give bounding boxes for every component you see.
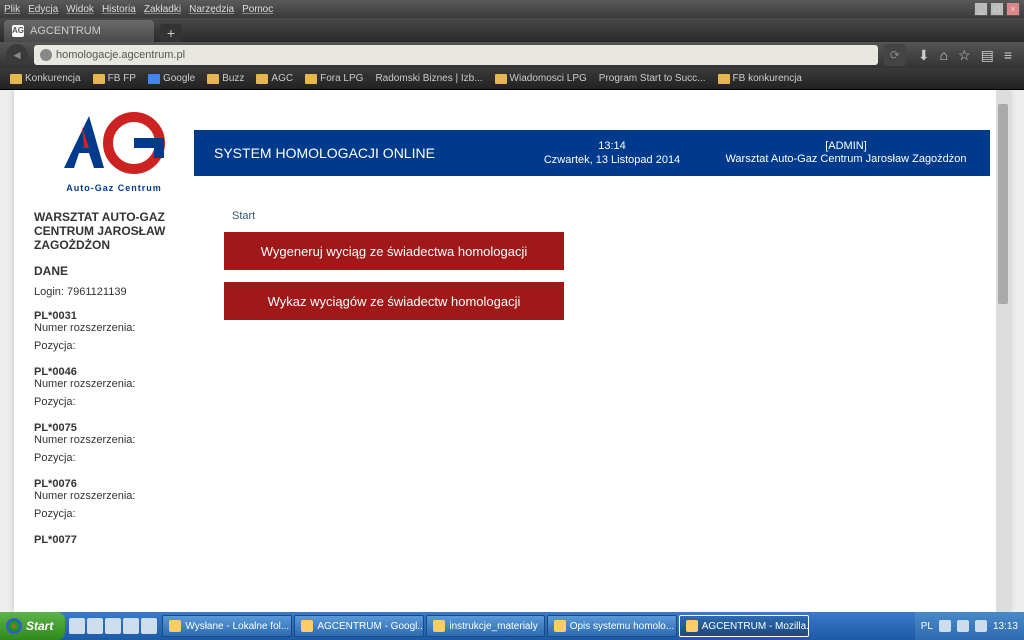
tray-icon[interactable] bbox=[957, 620, 969, 632]
windows-taskbar: Start Wysłane - Lokalne fol... AGCENTRUM… bbox=[0, 612, 1024, 640]
folder-icon bbox=[256, 74, 268, 84]
globe-icon bbox=[40, 49, 52, 61]
page-content: Auto-Gaz Centrum SYSTEM HOMOLOGACJI ONLI… bbox=[14, 90, 1010, 612]
header-banner: SYSTEM HOMOLOGACJI ONLINE 13:14 Czwartek… bbox=[194, 130, 990, 176]
start-button[interactable]: Start bbox=[0, 612, 65, 640]
bookmarks-bar: Konkurencja FB FP Google Buzz AGC Fora L… bbox=[0, 68, 1024, 90]
bookmark-item[interactable]: AGC bbox=[252, 71, 297, 86]
system-title: SYSTEM HOMOLOGACJI ONLINE bbox=[194, 145, 514, 161]
menu-help[interactable]: Pomoc bbox=[242, 4, 273, 15]
app-icon bbox=[169, 620, 181, 632]
url-toolbar: ◄ homologacje.agcentrum.pl ⟳ ⬇ ⌂ ☆ ▤ ≡ bbox=[0, 42, 1024, 68]
menu-view[interactable]: Widok bbox=[66, 4, 94, 15]
browser-tab[interactable]: AG AGCENTRUM bbox=[4, 20, 154, 42]
download-icon[interactable]: ⬇ bbox=[918, 47, 930, 64]
taskbar-item[interactable]: AGCENTRUM - Googl... bbox=[294, 615, 424, 637]
menu-history[interactable]: Historia bbox=[102, 4, 136, 15]
system-tray: PL 13:13 bbox=[915, 612, 1024, 640]
home-icon[interactable]: ⌂ bbox=[940, 47, 948, 63]
bookmark-item[interactable]: Program Start to Succ... bbox=[595, 71, 710, 86]
logo: Auto-Gaz Centrum bbox=[44, 108, 184, 193]
cert-block: PL*0077 bbox=[34, 534, 214, 546]
cert-block: PL*0075 Numer rozszerzenia: Pozycja: bbox=[34, 422, 214, 464]
folder-icon bbox=[207, 74, 219, 84]
ql-icon[interactable] bbox=[87, 618, 103, 634]
taskbar-item[interactable]: instrukcje_materialy bbox=[426, 615, 544, 637]
windows-logo-icon bbox=[6, 618, 22, 634]
workshop-title: WARSZTAT AUTO-GAZ CENTRUM JAROSŁAW ZAGOŻ… bbox=[34, 210, 214, 252]
ql-icon[interactable] bbox=[105, 618, 121, 634]
google-icon bbox=[148, 74, 160, 84]
scrollbar-thumb[interactable] bbox=[998, 104, 1008, 304]
menu-list-icon[interactable]: ▤ bbox=[981, 47, 994, 64]
window-close[interactable]: × bbox=[1006, 2, 1020, 16]
tab-bar: AG AGCENTRUM + bbox=[0, 18, 1024, 42]
menu-tools[interactable]: Narzędzia bbox=[189, 4, 234, 15]
tray-icon[interactable] bbox=[975, 620, 987, 632]
app-icon bbox=[554, 620, 566, 632]
folder-icon bbox=[305, 74, 317, 84]
ql-icon[interactable] bbox=[69, 618, 85, 634]
quick-launch bbox=[65, 618, 161, 634]
generate-extract-button[interactable]: Wygeneruj wyciąg ze świadectwa homologac… bbox=[224, 232, 564, 270]
header-user: Warsztat Auto-Gaz Centrum Jarosław Zagoż… bbox=[710, 153, 982, 166]
tray-lang[interactable]: PL bbox=[921, 621, 933, 632]
url-text: homologacje.agcentrum.pl bbox=[56, 49, 185, 61]
app-icon bbox=[433, 620, 445, 632]
menu-edit[interactable]: Edycja bbox=[28, 4, 58, 15]
tab-favicon: AG bbox=[12, 25, 24, 37]
taskbar-item-active[interactable]: AGCENTRUM - Mozilla... bbox=[679, 615, 809, 637]
bookmark-item[interactable]: Radomski Biznes | Izb... bbox=[371, 71, 486, 86]
bookmark-item[interactable]: Fora LPG bbox=[301, 71, 367, 86]
firefox-menubar: Plik Edycja Widok Historia Zakładki Narz… bbox=[0, 0, 1024, 18]
folder-icon bbox=[10, 74, 22, 84]
bookmark-item[interactable]: Google bbox=[144, 71, 199, 86]
bookmark-star-icon[interactable]: ☆ bbox=[958, 47, 971, 64]
taskbar-item[interactable]: Wysłane - Lokalne fol... bbox=[162, 615, 292, 637]
bookmark-item[interactable]: FB konkurencja bbox=[714, 71, 806, 86]
menu-file[interactable]: Plik bbox=[4, 4, 20, 15]
ql-icon[interactable] bbox=[123, 618, 139, 634]
reload-button[interactable]: ⟳ bbox=[884, 44, 906, 66]
vertical-scrollbar[interactable] bbox=[996, 90, 1010, 612]
back-button[interactable]: ◄ bbox=[6, 44, 28, 66]
folder-icon bbox=[718, 74, 730, 84]
list-extracts-button[interactable]: Wykaz wyciągów ze świadectw homologacji bbox=[224, 282, 564, 320]
tray-clock[interactable]: 13:13 bbox=[993, 621, 1018, 632]
folder-icon bbox=[93, 74, 105, 84]
taskbar-item[interactable]: Opis systemu homolo... bbox=[547, 615, 677, 637]
header-time: 13:14 bbox=[514, 139, 710, 153]
sidebar: WARSZTAT AUTO-GAZ CENTRUM JAROSŁAW ZAGOŻ… bbox=[34, 210, 214, 560]
tray-icon[interactable] bbox=[939, 620, 951, 632]
bookmark-item[interactable]: Buzz bbox=[203, 71, 248, 86]
cert-block: PL*0076 Numer rozszerzenia: Pozycja: bbox=[34, 478, 214, 520]
ag-logo-icon bbox=[54, 108, 174, 178]
address-bar[interactable]: homologacje.agcentrum.pl bbox=[34, 45, 878, 65]
bookmark-item[interactable]: FB FP bbox=[89, 71, 140, 86]
header-role: [ADMIN] bbox=[710, 140, 982, 153]
page-viewport: Auto-Gaz Centrum SYSTEM HOMOLOGACJI ONLI… bbox=[0, 90, 1024, 612]
window-minimize[interactable]: _ bbox=[974, 2, 988, 16]
ql-icon[interactable] bbox=[141, 618, 157, 634]
hamburger-icon[interactable]: ≡ bbox=[1004, 47, 1012, 63]
new-tab-button[interactable]: + bbox=[160, 24, 182, 42]
main-area: Start Wygeneruj wyciąg ze świadectwa hom… bbox=[224, 210, 990, 332]
header-date: Czwartek, 13 Listopad 2014 bbox=[514, 153, 710, 167]
logo-subtitle: Auto-Gaz Centrum bbox=[44, 183, 184, 193]
bookmark-item[interactable]: Wiadomosci LPG bbox=[491, 71, 591, 86]
tab-title: AGCENTRUM bbox=[30, 25, 101, 37]
cert-block: PL*0046 Numer rozszerzenia: Pozycja: bbox=[34, 366, 214, 408]
login-info: Login: 7961121139 bbox=[34, 286, 214, 298]
bookmark-item[interactable]: Konkurencja bbox=[6, 71, 85, 86]
dane-heading: DANE bbox=[34, 264, 214, 278]
cert-block: PL*0031 Numer rozszerzenia: Pozycja: bbox=[34, 310, 214, 352]
app-icon bbox=[301, 620, 313, 632]
window-maximize[interactable]: □ bbox=[990, 2, 1004, 16]
breadcrumb[interactable]: Start bbox=[224, 210, 990, 222]
menu-bookmarks[interactable]: Zakładki bbox=[144, 4, 181, 15]
folder-icon bbox=[495, 74, 507, 84]
app-icon bbox=[686, 620, 698, 632]
